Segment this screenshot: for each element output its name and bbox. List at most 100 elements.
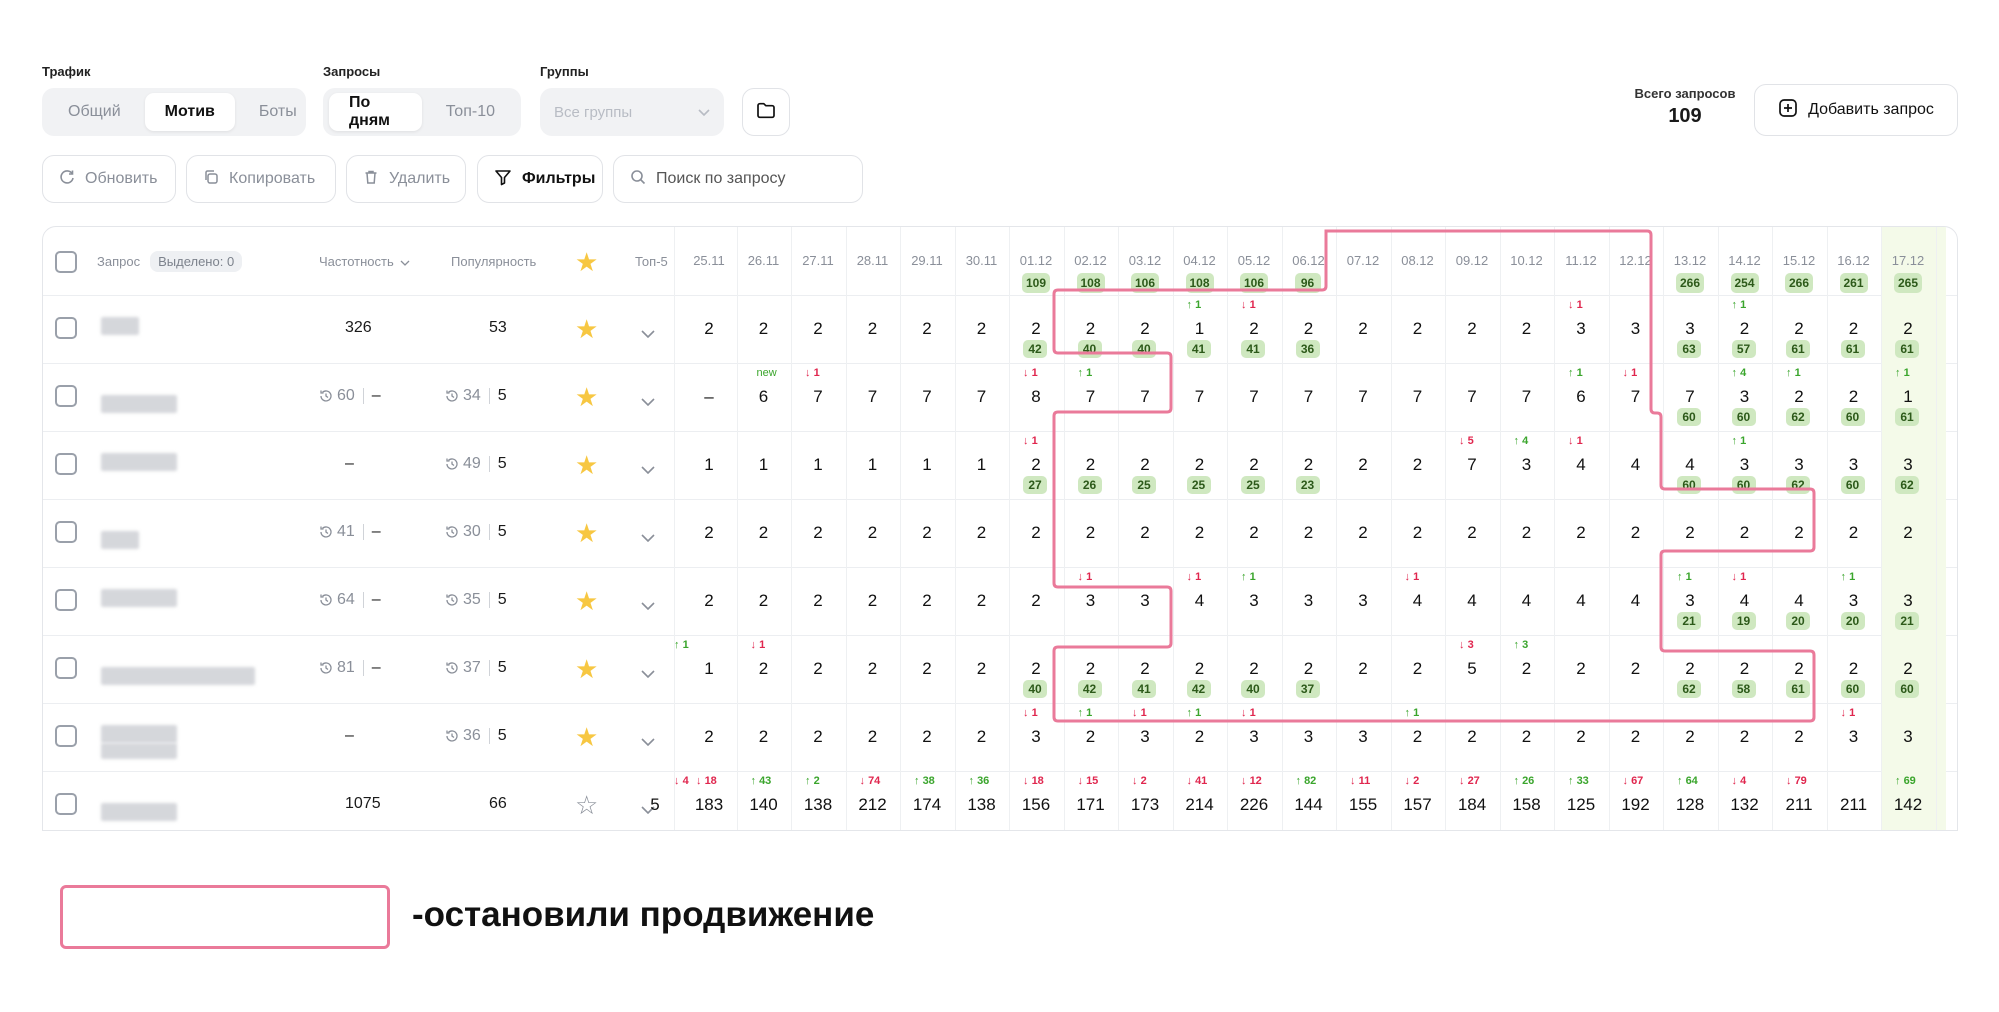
copy-button[interactable]: Копировать [186,155,336,203]
visits-badge: 60 [1840,680,1865,698]
position-value: 6 [1576,387,1586,406]
select-all-checkbox[interactable] [55,251,77,273]
position-value: 2 [867,659,878,678]
chevron-down-icon[interactable] [641,529,655,547]
table-row[interactable]: 41– 30 5 ★ [43,499,674,567]
search-input[interactable]: Поиск по запросу [613,155,863,203]
chevron-down-icon[interactable] [641,461,655,479]
position-value: 4 [1794,591,1804,610]
table-row[interactable]: 60– 34 5 ★ [43,363,674,431]
star-icon[interactable]: ★ [575,249,598,275]
query-text-redacted [101,531,139,549]
visits-badge: 62 [1786,408,1810,426]
query-column-header: Запрос Выделено: 0 [97,227,243,295]
table-row[interactable]: 64– 35 5 ★ [43,567,674,635]
position-value: 3 [1303,591,1314,610]
table-row[interactable]: – 49 5 ★ [43,431,674,499]
arrow-down-icon: ↓ [1622,367,1632,379]
position-value: 140 [749,795,778,814]
row-checkbox[interactable] [55,589,77,611]
traffic-option-motive[interactable]: Мотив [144,93,235,131]
star-icon[interactable]: ★ [575,588,598,614]
popularity-column-header[interactable]: Популярность [451,227,536,295]
value-separator [488,388,490,404]
position-value: 2 [1794,319,1804,338]
query-text-redacted [101,395,177,413]
frequency-value: 1075 [345,795,381,812]
row-checkbox[interactable] [55,725,77,747]
row-checkbox[interactable] [55,385,77,407]
arrow-up-icon: ↑ [1513,435,1523,447]
add-query-button[interactable]: Добавить запрос [1754,84,1958,136]
total-requests: Всего запросов 109 [1620,86,1750,128]
position-change: ↑ 1 [1568,367,1583,379]
query-header-label: Запрос [97,253,141,269]
position-value: 2 [1358,455,1368,474]
row-checkbox[interactable] [55,453,77,475]
position-value: 3 [1794,455,1804,474]
position-change: ↓ 67 [1623,775,1644,787]
arrow-down-icon: ↓ [1077,775,1087,787]
star-icon[interactable]: ★ [575,656,598,682]
position-value: 2 [976,523,987,542]
chevron-down-icon[interactable] [641,393,655,411]
row-checkbox[interactable] [55,657,77,679]
visits-badge: 58 [1731,680,1756,698]
date-header: 11.12 [1565,253,1597,268]
row-checkbox[interactable] [55,317,77,339]
position-value: 2 [1467,523,1477,542]
table-row[interactable]: – 36 5 ★ [43,703,674,771]
position-value: 2 [1576,727,1586,746]
arrow-down-icon: ↓ [1241,299,1250,311]
filters-button[interactable]: Фильтры [477,155,603,203]
frequency-cell: 326 [345,319,372,337]
arrow-up-icon: ↑ [1895,775,1904,787]
position-value: 2 [1467,319,1477,338]
position-change-value: 33 [1576,775,1589,787]
position-value: 5 [1467,659,1477,678]
folder-button[interactable] [742,88,790,136]
star-icon[interactable]: ★ [575,520,598,546]
position-value: 2 [1685,659,1695,678]
position-change: ↑ 2 [805,775,820,787]
requests-option-top10[interactable]: Топ-10 [426,93,515,131]
position-change-value: 11 [1358,775,1371,787]
row-checkbox[interactable] [55,521,77,543]
delete-button[interactable]: Удалить [346,155,466,203]
chevron-down-icon[interactable] [641,733,655,751]
position-value: 211 [1785,795,1813,814]
position-change: ↑ 3 [1514,639,1529,651]
star-icon[interactable]: ★ [575,316,598,342]
popularity-history: 30 [445,523,481,541]
arrow-up-icon: ↑ [1404,707,1414,719]
position-value: 7 [922,387,932,406]
chevron-down-icon[interactable] [641,325,655,343]
position-value: 2 [1848,523,1859,542]
traffic-option-bots[interactable]: Боты [239,93,317,131]
position-change-value: 1 [682,639,689,651]
position-change-value: 1 [1031,367,1038,379]
chevron-down-icon[interactable] [641,597,655,615]
table-row[interactable]: 1075 66 ☆ [43,771,674,830]
popularity-history: 35 [445,591,481,609]
traffic-option-total[interactable]: Общий [48,93,141,131]
position-value: 2 [1794,523,1804,542]
star-icon[interactable]: ★ [575,384,598,410]
position-value: 4 [1576,455,1586,474]
popularity-value: 5 [497,591,507,608]
row-checkbox[interactable] [55,793,77,815]
chevron-down-icon[interactable] [641,665,655,683]
position-value-clipped: 5 [650,795,660,814]
frequency-column-header[interactable]: Частотность [319,227,410,295]
arrow-down-icon: ↓ [1186,775,1196,787]
star-icon[interactable]: ☆ [575,792,598,818]
star-icon[interactable]: ★ [575,724,598,750]
table-row[interactable]: 326 53 ★ [43,295,674,363]
star-icon[interactable]: ★ [575,452,598,478]
groups-select[interactable]: Все группы [540,88,724,136]
table-row[interactable]: 81– 37 5 ★ [43,635,674,703]
requests-option-by-days[interactable]: По дням [329,93,422,131]
refresh-button[interactable]: Обновить [42,155,176,203]
position-value: 7 [1140,387,1150,406]
selected-count-badge: Выделено: 0 [150,250,243,272]
